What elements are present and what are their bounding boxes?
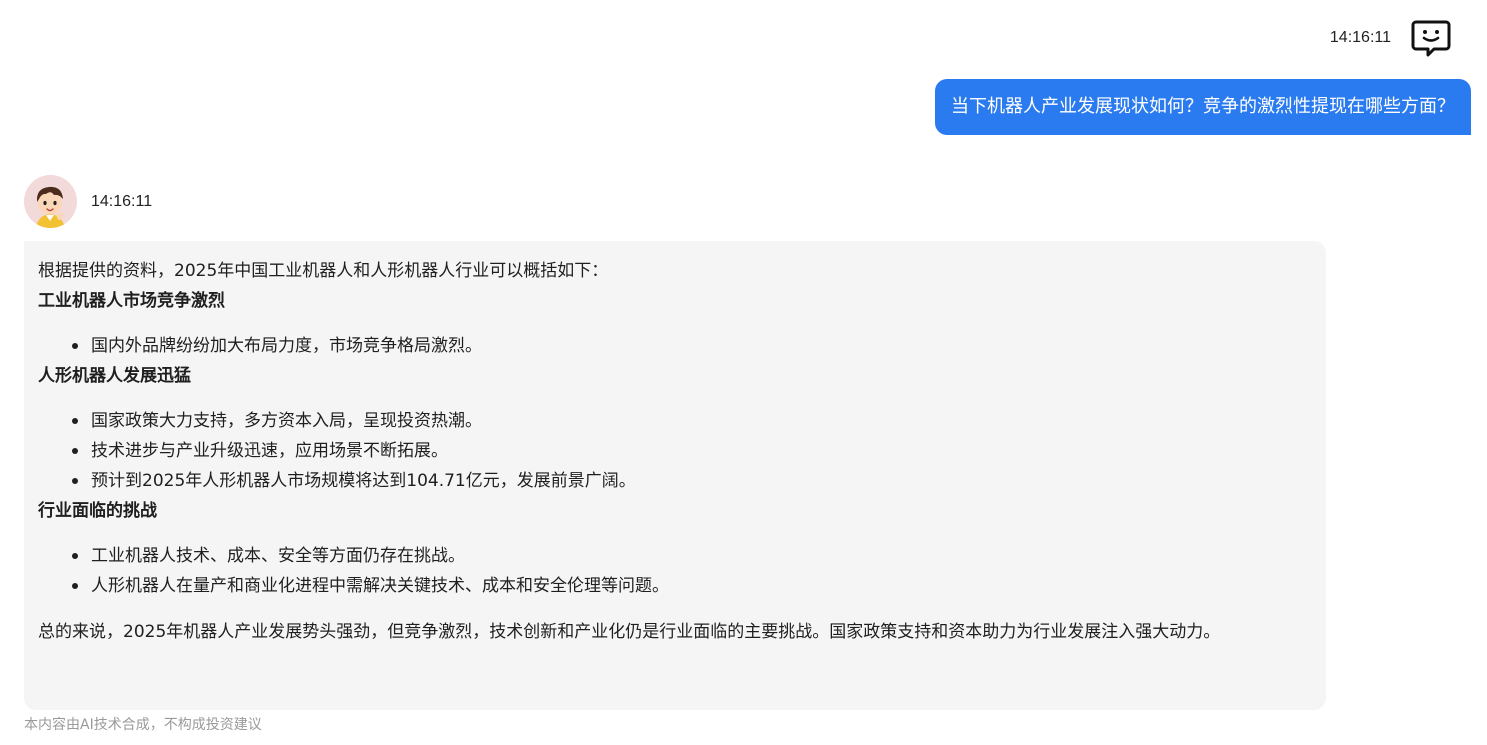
bullet-item: 人形机器人在量产和商业化进程中需解决关键技术、成本和安全伦理等问题。 <box>72 571 1312 601</box>
cartoon-boy-avatar <box>24 175 77 228</box>
bot-summary-text: 总的来说，2025年机器人产业发展势头强劲，但竞争激烈，技术创新和产业化仍是行业… <box>38 622 1221 642</box>
section-bullet-list: 国内外品牌纷纷加大布局力度，市场竞争格局激烈。 <box>38 331 1312 361</box>
section-bullet-list: 国家政策大力支持，多方资本入局，呈现投资热潮。 技术进步与产业升级迅速，应用场景… <box>38 406 1312 496</box>
bot-message-bubble: 根据提供的资料，2025年中国工业机器人和人形机器人行业可以概括如下： 工业机器… <box>24 241 1326 710</box>
chat-page: 14:16:11 当下机器人产业发展现状如何？竞争的激烈性提现在哪些方面？ 14… <box>0 0 1487 745</box>
chat-bubble-smile-icon <box>1409 16 1453 60</box>
user-message-timestamp: 14:16:11 <box>1329 29 1391 46</box>
ai-disclaimer: 本内容由AI技术合成，不构成投资建议 <box>24 717 262 733</box>
bullet-item: 预计到2025年人形机器人市场规模将达到104.71亿元，发展前景广阔。 <box>72 466 1312 496</box>
bot-message-meta: 14:16:11 <box>24 175 152 228</box>
bullet-item: 国家政策大力支持，多方资本入局，呈现投资热潮。 <box>72 406 1312 436</box>
section-heading: 人形机器人发展迅猛 <box>38 366 191 386</box>
user-message-bubble: 当下机器人产业发展现状如何？竞争的激烈性提现在哪些方面？ <box>935 79 1471 135</box>
section-heading: 行业面临的挑战 <box>38 501 157 521</box>
section-bullet-list: 工业机器人技术、成本、安全等方面仍存在挑战。 人形机器人在量产和商业化进程中需解… <box>38 541 1312 601</box>
user-message-meta: 14:16:11 <box>1330 16 1453 60</box>
bullet-item: 工业机器人技术、成本、安全等方面仍存在挑战。 <box>72 541 1312 571</box>
bullet-item: 国内外品牌纷纷加大布局力度，市场竞争格局激烈。 <box>72 331 1312 361</box>
bullet-item: 技术进步与产业升级迅速，应用场景不断拓展。 <box>72 436 1312 466</box>
bot-intro-text: 根据提供的资料，2025年中国工业机器人和人形机器人行业可以概括如下： <box>38 261 609 281</box>
section-heading: 工业机器人市场竞争激烈 <box>38 291 225 311</box>
bot-message-timestamp: 14:16:11 <box>91 192 153 210</box>
